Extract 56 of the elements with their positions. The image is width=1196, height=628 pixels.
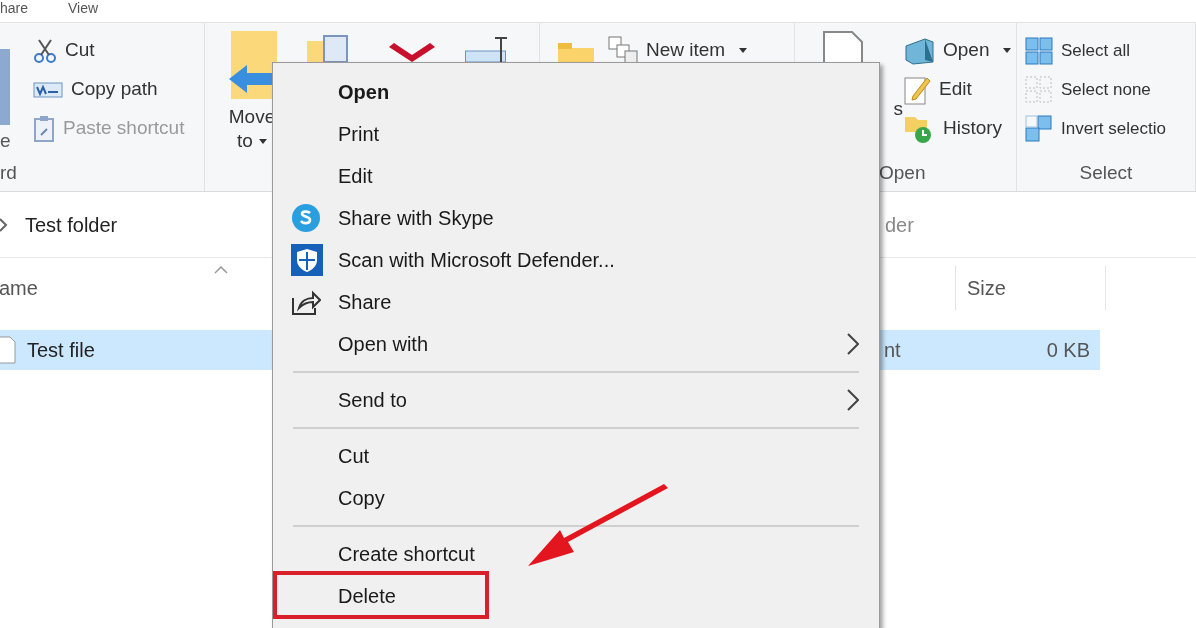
menu-item[interactable]: Create shortcut (273, 533, 879, 575)
menu-item[interactable]: Share with Skype (273, 197, 879, 239)
skype-icon (291, 203, 321, 233)
menu-item[interactable]: Share (273, 281, 879, 323)
share-icon (291, 288, 321, 316)
breadcrumb-item[interactable]: der (885, 209, 914, 240)
group-label: Open (879, 162, 926, 183)
folder-arrow-icon (227, 31, 277, 99)
select-none-icon (1025, 75, 1053, 104)
menu-item[interactable]: Print (273, 113, 879, 155)
button-label[interactable]: e (0, 127, 11, 156)
submenu-chevron-icon (847, 389, 859, 411)
menu-item[interactable]: Copy (273, 477, 879, 519)
group-label: rd (0, 162, 17, 183)
folder-icon (558, 43, 594, 62)
column-header[interactable]: ame (0, 273, 38, 303)
file-name: Test file (27, 338, 95, 361)
dropdown-caret-icon (1003, 48, 1012, 53)
group-label: Select (1079, 162, 1133, 183)
ribbon-button[interactable]: Edit (903, 70, 1012, 109)
select-all-icon (1025, 36, 1053, 65)
column-header[interactable]: Size (967, 273, 1006, 303)
properties-icon (823, 31, 863, 62)
copy-to-icon (305, 35, 349, 62)
breadcrumb-item[interactable]: Test folder (25, 209, 118, 240)
invert-selection-icon (1025, 114, 1053, 143)
menu-item[interactable]: Edit (273, 155, 879, 197)
submenu-chevron-icon (847, 333, 859, 355)
shield-icon (291, 244, 323, 276)
button-label[interactable]: Move (228, 105, 276, 129)
menu-item[interactable]: Open (273, 71, 879, 113)
ribbon-button[interactable]: Select none (1025, 70, 1166, 109)
ribbon-button[interactable]: Select all (1025, 31, 1166, 70)
ribbon-button[interactable]: Open (903, 31, 1012, 70)
table-cell-text: nt (884, 338, 901, 363)
file-icon (0, 336, 16, 364)
button-label[interactable]: to (237, 129, 267, 153)
ribbon-button[interactable]: Invert selectio (1025, 109, 1166, 148)
menu-item[interactable]: Open with (273, 323, 879, 365)
dropdown-caret-icon (258, 139, 267, 145)
ribbon-tab[interactable]: hare (0, 0, 29, 22)
ribbon-button[interactable]: Copy path (33, 70, 185, 109)
path-icon (33, 79, 63, 100)
menu-item[interactable]: Delete (273, 575, 879, 617)
menu-item[interactable]: Scan with Microsoft Defender... (273, 239, 879, 281)
menu-item[interactable]: Cut (273, 435, 879, 477)
ribbon-button[interactable]: Cut (33, 31, 185, 70)
ribbon-button[interactable]: History (903, 109, 1012, 148)
button-label[interactable]: s (893, 97, 903, 121)
file-size: 0 KB (1046, 338, 1090, 363)
ribbon-tab[interactable]: View (68, 0, 99, 22)
dropdown-caret-icon (739, 48, 748, 53)
chevron-right-icon (0, 217, 8, 232)
clipboard-icon (33, 114, 55, 143)
menu-item[interactable]: Send to (273, 379, 879, 421)
scissors-icon (33, 37, 57, 64)
